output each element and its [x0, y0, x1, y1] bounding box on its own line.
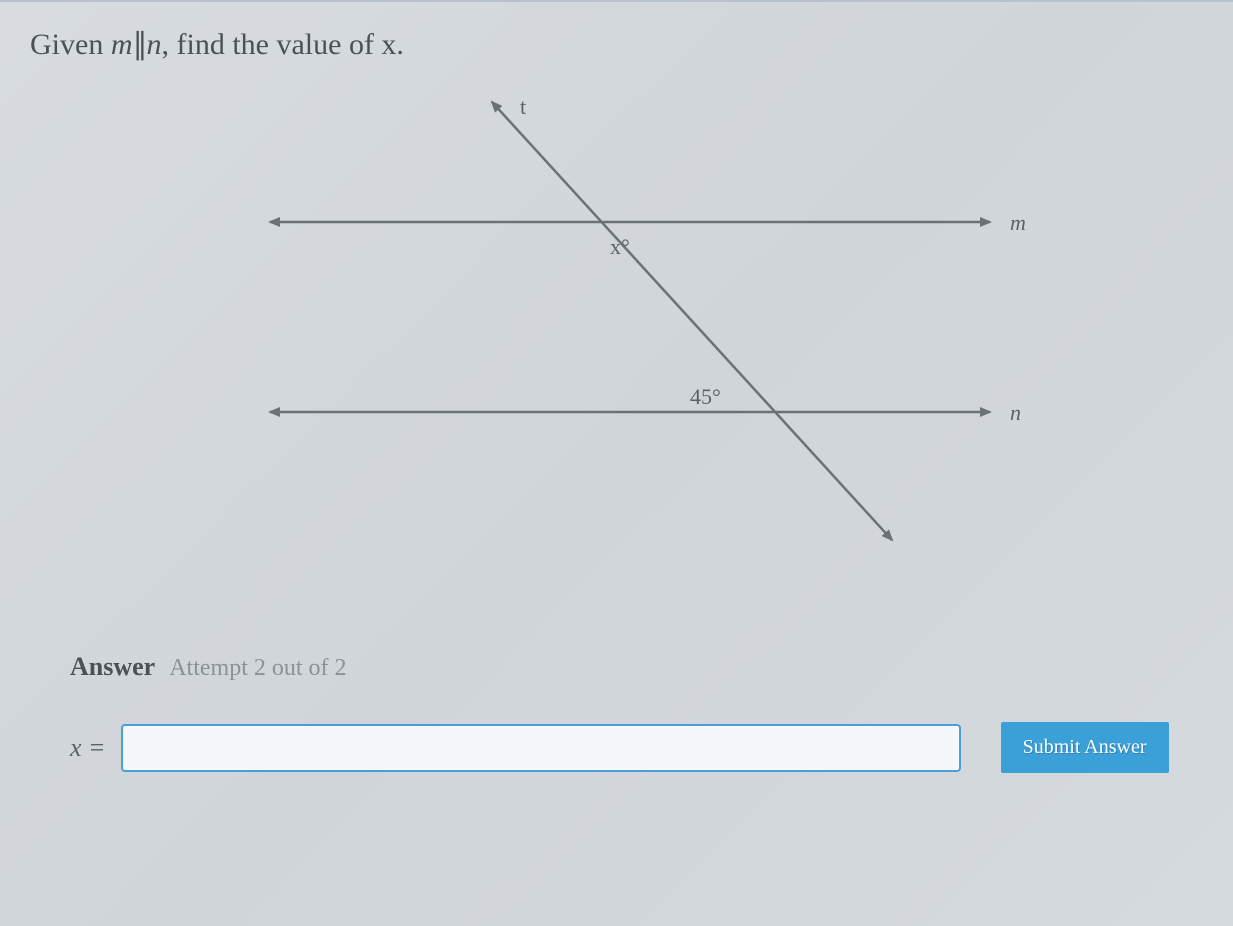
answer-header: Answer Attempt 2 out of 2 — [70, 652, 1203, 682]
line-m-label: m — [1010, 210, 1026, 235]
angle-45-label: 45° — [690, 384, 721, 409]
diagram: m n t x° 45° — [30, 82, 1203, 602]
var-m: m — [111, 28, 133, 61]
var-n: n — [147, 28, 162, 61]
content-area: Given mn, find the value of x. m n t x° — [0, 2, 1233, 798]
answer-label: Answer — [70, 652, 155, 681]
angle-x-label: x° — [610, 234, 630, 259]
answer-input[interactable] — [121, 724, 961, 772]
attempt-text: Attempt 2 out of 2 — [169, 655, 346, 681]
question-prefix: Given — [30, 28, 111, 61]
question-text: Given mn, find the value of x. — [30, 27, 1203, 62]
parallel-symbol — [133, 27, 147, 62]
x-equals-label: x = — [70, 733, 106, 763]
line-n-label: n — [1010, 400, 1021, 425]
submit-button[interactable]: Submit Answer — [1001, 722, 1169, 773]
input-row: x = Submit Answer — [70, 722, 1203, 773]
transversal-label: t — [520, 94, 526, 119]
geometry-diagram: m n t x° 45° — [220, 82, 1050, 582]
answer-section: Answer Attempt 2 out of 2 x = Submit Ans… — [30, 652, 1203, 773]
transversal-t — [492, 102, 892, 540]
question-suffix: , find the value of x. — [162, 28, 404, 61]
